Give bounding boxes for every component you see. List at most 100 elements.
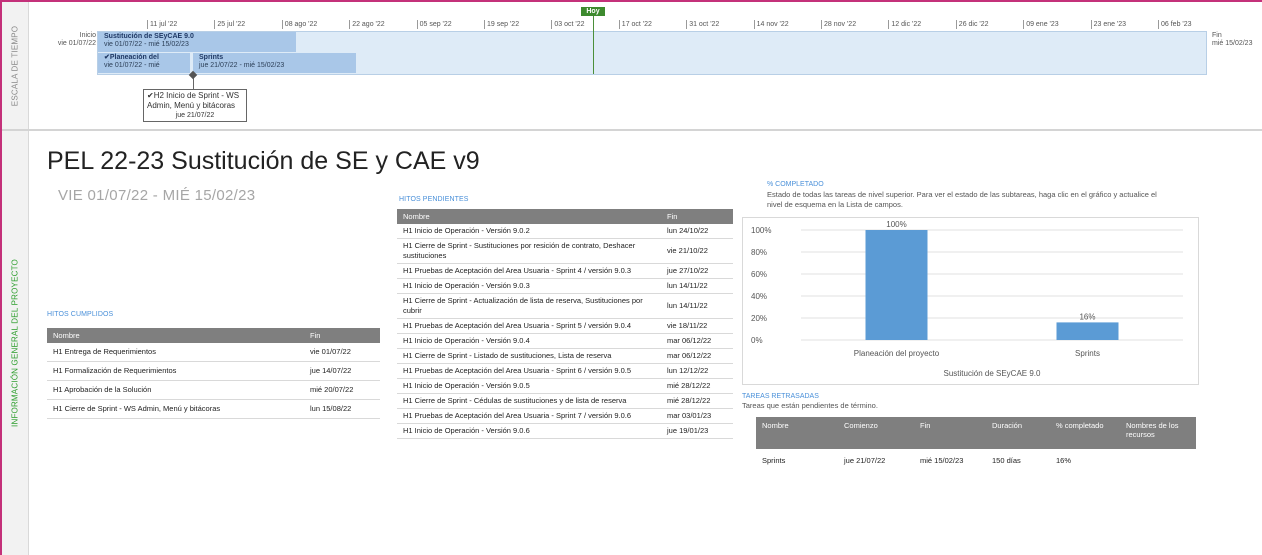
col-fin[interactable]: Fin <box>304 328 380 343</box>
table-cell: H1 Pruebas de Aceptación del Area Usuari… <box>397 263 661 279</box>
table-row[interactable]: H1 Pruebas de Aceptación del Area Usuari… <box>397 318 733 334</box>
table-cell: vie 01/07/22 <box>304 343 380 362</box>
timeline-tick: 05 sep '22 <box>416 20 452 29</box>
table-row[interactable]: H1 Aprobación de la Solución mié 20/07/22 <box>47 380 380 400</box>
today-marker: Hoy <box>581 7 605 16</box>
table-row[interactable]: H1 Entrega de Requerimientos vie 01/07/22 <box>47 343 380 362</box>
chart-bar[interactable] <box>865 230 928 340</box>
late-col-header[interactable]: Comienzo <box>838 417 914 449</box>
col-nombre[interactable]: Nombre <box>397 209 661 224</box>
table-row[interactable]: H1 Cierre de Sprint - Sustituciones por … <box>397 238 733 264</box>
table-cell: H1 Cierre de Sprint - Cédulas de sustitu… <box>397 393 661 409</box>
timeline-tick: 11 jul '22 <box>147 20 177 29</box>
table-cell: H1 Pruebas de Aceptación del Area Usuari… <box>397 318 661 334</box>
timeline-tick: 28 nov '22 <box>821 20 856 29</box>
table-cell: H1 Inicio de Operación - Versión 9.0.6 <box>397 423 661 439</box>
chart-data-label: 100% <box>886 220 906 229</box>
table-cell: mié 15/02/23 <box>920 456 964 465</box>
table-row[interactable]: H1 Cierre de Sprint - Actualización de l… <box>397 293 733 319</box>
table-row[interactable]: Sprints jue 21/07/22 mié 15/02/23 150 días 1… <box>756 449 1196 473</box>
overview-side-label: INFORMACIÓN GENERAL DEL PROYECTO <box>2 131 29 555</box>
table-row[interactable]: H1 Cierre de Sprint - Listado de sustitu… <box>397 348 733 364</box>
timeline-bar-project[interactable]: Sustitución de SEyCAE 9.0 vie 01/07/22 - … <box>98 32 296 52</box>
chart-ytick-label: 40% <box>751 292 767 301</box>
table-cell: H1 Inicio de Operación - Versión 9.0.3 <box>397 278 661 294</box>
chart-ytick-label: 80% <box>751 248 767 257</box>
table-cell: mié 28/12/22 <box>661 393 733 409</box>
table-row[interactable]: H1 Formalización de Requerimientos jue 14… <box>47 361 380 381</box>
chart-ytick-label: 100% <box>751 226 771 235</box>
table-row[interactable]: H1 Pruebas de Aceptación del Area Usuari… <box>397 408 733 424</box>
table-cell: lun 24/10/22 <box>661 224 733 239</box>
timeline-tick: 25 jul '22 <box>214 20 245 29</box>
col-fin[interactable]: Fin <box>661 209 733 224</box>
table-cell: jue 21/07/22 <box>844 456 886 465</box>
timeline-end: Fin mié 15/02/23 <box>1212 32 1253 47</box>
percent-description: Estado de todas las tareas de nivel supe… <box>767 190 1157 209</box>
table-row[interactable]: H1 Inicio de Operación - Versión 9.0.3 lu… <box>397 278 733 294</box>
timeline-tick: 19 sep '22 <box>484 20 519 29</box>
table-cell: mié 28/12/22 <box>661 378 733 394</box>
timeline-bar-planeacion[interactable]: ✔Planeación del vie 01/07/22 - mié <box>98 53 190 73</box>
pending-table: Nombre Fin H1 Inicio de Operación - Versi… <box>397 209 733 439</box>
chart-ytick-label: 0% <box>751 336 763 345</box>
late-col-header[interactable]: Nombre <box>756 417 838 449</box>
table-cell: H1 Cierre de Sprint - Actualización de l… <box>397 293 661 319</box>
late-section-title: TAREAS RETRASADAS <box>742 393 819 400</box>
table-cell: jue 19/01/23 <box>661 423 733 439</box>
table-cell: mié 20/07/22 <box>304 380 380 400</box>
table-row[interactable]: H1 Inicio de Operación - Versión 9.0.6 ju… <box>397 423 733 439</box>
page-title: PEL 22-23 Sustitución de SE y CAE v9 <box>47 147 480 175</box>
table-row[interactable]: H1 Pruebas de Aceptación del Area Usuari… <box>397 263 733 279</box>
chart-x-axis-label: Sustitución de SEyCAE 9.0 <box>944 369 1041 378</box>
table-row[interactable]: H1 Inicio de Operación - Versión 9.0.5 mi… <box>397 378 733 394</box>
check-icon: ✔ <box>147 91 154 100</box>
timeline-tick: 09 ene '23 <box>1023 20 1059 29</box>
today-marker-line <box>593 14 594 74</box>
chart-ytick-label: 60% <box>751 270 767 279</box>
table-cell: lun 14/11/22 <box>661 293 733 319</box>
percent-section-title: % COMPLETADO <box>767 181 824 188</box>
timeline-tick: 14 nov '22 <box>753 20 789 29</box>
percent-complete-chart[interactable]: 0% 20% 40% 60% 80% 100% 100% Planeación del pro… <box>742 217 1199 385</box>
table-cell: H1 Inicio de Operación - Versión 9.0.5 <box>397 378 661 394</box>
table-cell: H1 Cierre de Sprint - Sustituciones por … <box>397 238 661 264</box>
timeline-tick: 03 oct '22 <box>551 20 585 29</box>
table-cell: H1 Inicio de Operación - Versión 9.0.2 <box>397 224 661 239</box>
table-cell: jue 27/10/22 <box>661 263 733 279</box>
table-row[interactable]: H1 Inicio de Operación - Versión 9.0.4 ma… <box>397 333 733 349</box>
chart-category-label: Sprints <box>1075 349 1100 358</box>
table-row[interactable]: H1 Cierre de Sprint - WS Admin, Menú y b… <box>47 399 380 419</box>
late-col-header[interactable]: Nombres de los recursos <box>1120 417 1196 449</box>
late-col-header[interactable]: % completado <box>1050 417 1120 449</box>
table-cell: H1 Pruebas de Aceptación del Area Usuari… <box>397 363 661 379</box>
table-cell: Sprints <box>762 456 786 465</box>
table-row[interactable]: H1 Cierre de Sprint - Cédulas de sustitu… <box>397 393 733 409</box>
table-row[interactable]: H1 Pruebas de Aceptación del Area Usuari… <box>397 363 733 379</box>
chart-bar[interactable] <box>1056 322 1119 340</box>
table-cell: 150 días <box>992 456 1021 465</box>
col-nombre[interactable]: Nombre <box>47 328 304 343</box>
table-cell: H1 Cierre de Sprint - WS Admin, Menú y b… <box>47 399 304 419</box>
table-cell: mar 03/01/23 <box>661 408 733 424</box>
done-table: Nombre Fin H1 Entrega de Requerimientos vi… <box>47 328 380 419</box>
done-section-title: HITOS CUMPLIDOS <box>47 311 114 318</box>
table-cell: mar 06/12/22 <box>661 333 733 349</box>
table-cell: jue 14/07/22 <box>304 361 380 381</box>
table-cell: H1 Entrega de Requerimientos <box>47 343 304 362</box>
table-cell: H1 Aprobación de la Solución <box>47 380 304 400</box>
table-cell: H1 Inicio de Operación - Versión 9.0.4 <box>397 333 661 349</box>
frame-top-border <box>0 0 1262 2</box>
timeline-tick: 06 feb '23 <box>1158 20 1192 29</box>
project-dates: VIE 01/07/22 - MIÉ 15/02/23 <box>58 187 256 204</box>
milestone-callout[interactable]: ✔H2 Inicio de Sprint - WS Admin, Menú y … <box>143 89 247 122</box>
late-col-header[interactable]: Fin <box>914 417 986 449</box>
table-cell: lun 14/11/22 <box>661 278 733 294</box>
timeline-bar-sprints[interactable]: Sprints jue 21/07/22 - mié 15/02/23 <box>193 53 356 73</box>
table-row[interactable]: H1 Inicio de Operación - Versión 9.0.2 lu… <box>397 224 733 239</box>
table-cell <box>1120 449 1196 473</box>
timeline-tick: 12 dic '22 <box>888 20 921 29</box>
late-col-header[interactable]: Duración <box>986 417 1050 449</box>
table-cell: lun 12/12/22 <box>661 363 733 379</box>
chart-data-label: 16% <box>1079 312 1095 321</box>
